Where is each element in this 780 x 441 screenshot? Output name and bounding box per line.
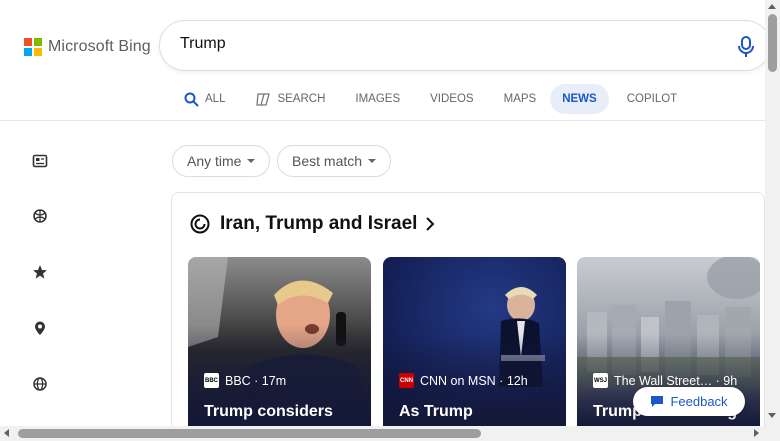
header-divider [0, 120, 765, 121]
news-icon[interactable] [32, 153, 48, 169]
search-icon [184, 92, 199, 107]
tab-label: COPILOT [626, 93, 678, 105]
sort-filter[interactable]: Best match [277, 145, 392, 177]
chevron-down-icon [368, 159, 377, 163]
brand-name: Microsoft Bing [48, 38, 151, 55]
sports-icon[interactable] [32, 208, 48, 224]
cnn-logo-icon: CNN [399, 373, 414, 388]
tab-label: ALL [205, 93, 226, 105]
scroll-right-icon[interactable] [754, 429, 759, 437]
location-icon[interactable] [32, 320, 48, 336]
scroll-up-icon[interactable] [768, 4, 776, 9]
globe-icon[interactable] [32, 376, 48, 392]
tab-label: MAPS [503, 93, 537, 105]
vertical-scrollbar[interactable] [765, 0, 780, 426]
time-filter[interactable]: Any time [172, 145, 271, 177]
microphone-icon[interactable] [737, 36, 755, 58]
tab-label: IMAGES [355, 93, 401, 105]
time-filter-label: Any time [187, 153, 242, 169]
horizontal-scroll-thumb[interactable] [18, 429, 481, 438]
card-source: WSJ The Wall Street… · 9h [593, 373, 737, 388]
tab-maps[interactable]: MAPS [500, 84, 541, 114]
tab-all[interactable]: ALL [180, 84, 229, 114]
tab-copilot[interactable]: COPILOT [623, 84, 681, 114]
horizontal-scrollbar[interactable] [0, 426, 780, 441]
card-source-text: BBC · 17m [225, 373, 287, 388]
bing-logo[interactable]: Microsoft Bing [24, 37, 151, 57]
scroll-down-icon[interactable] [768, 413, 776, 418]
topic-header[interactable]: Iran, Trump and Israel [190, 212, 435, 236]
card-headline: Trump considers [204, 403, 333, 420]
news-card[interactable]: BBC BBC · 17m Trump considers [188, 257, 371, 427]
topic-icon [190, 214, 210, 234]
star-icon[interactable] [32, 264, 48, 280]
feedback-label: Feedback [670, 394, 728, 409]
scroll-left-icon[interactable] [4, 429, 9, 437]
feedback-button[interactable]: Feedback [633, 387, 745, 416]
microsoft-logo-icon [24, 38, 42, 56]
tab-label: SEARCH [277, 93, 326, 105]
tab-videos[interactable]: VIDEOS [426, 84, 477, 114]
tab-label: VIDEOS [430, 93, 474, 105]
bbc-logo-icon: BBC [204, 373, 219, 388]
search-box[interactable] [160, 21, 770, 70]
vertical-scroll-thumb[interactable] [768, 14, 777, 72]
search-tabs: ALL SEARCH IMAGES VIDEOS MAPS NEWS COPIL… [180, 84, 703, 114]
copilot-search-icon [256, 92, 271, 106]
tab-label: NEWS [562, 93, 597, 105]
card-source-text: The Wall Street… · 9h [614, 373, 738, 388]
topic-title: Iran, Trump and Israel [220, 213, 418, 234]
sort-filter-label: Best match [292, 153, 363, 169]
tab-news[interactable]: NEWS [550, 84, 609, 114]
search-input[interactable] [180, 35, 680, 53]
card-source-text: CNN on MSN · 12h [420, 373, 528, 388]
tab-search[interactable]: SEARCH [251, 84, 329, 114]
feedback-icon [651, 396, 664, 407]
card-headline: As Trump [399, 403, 473, 420]
news-photo [188, 257, 371, 427]
tab-images[interactable]: IMAGES [351, 84, 404, 114]
card-source: CNN CNN on MSN · 12h [399, 373, 528, 388]
wsj-logo-icon: WSJ [593, 373, 608, 388]
news-card[interactable]: CNN CNN on MSN · 12h As Trump [383, 257, 566, 427]
chevron-right-icon [426, 217, 435, 231]
news-photo [383, 257, 566, 427]
chevron-down-icon [247, 159, 256, 163]
card-source: BBC BBC · 17m [204, 373, 286, 388]
